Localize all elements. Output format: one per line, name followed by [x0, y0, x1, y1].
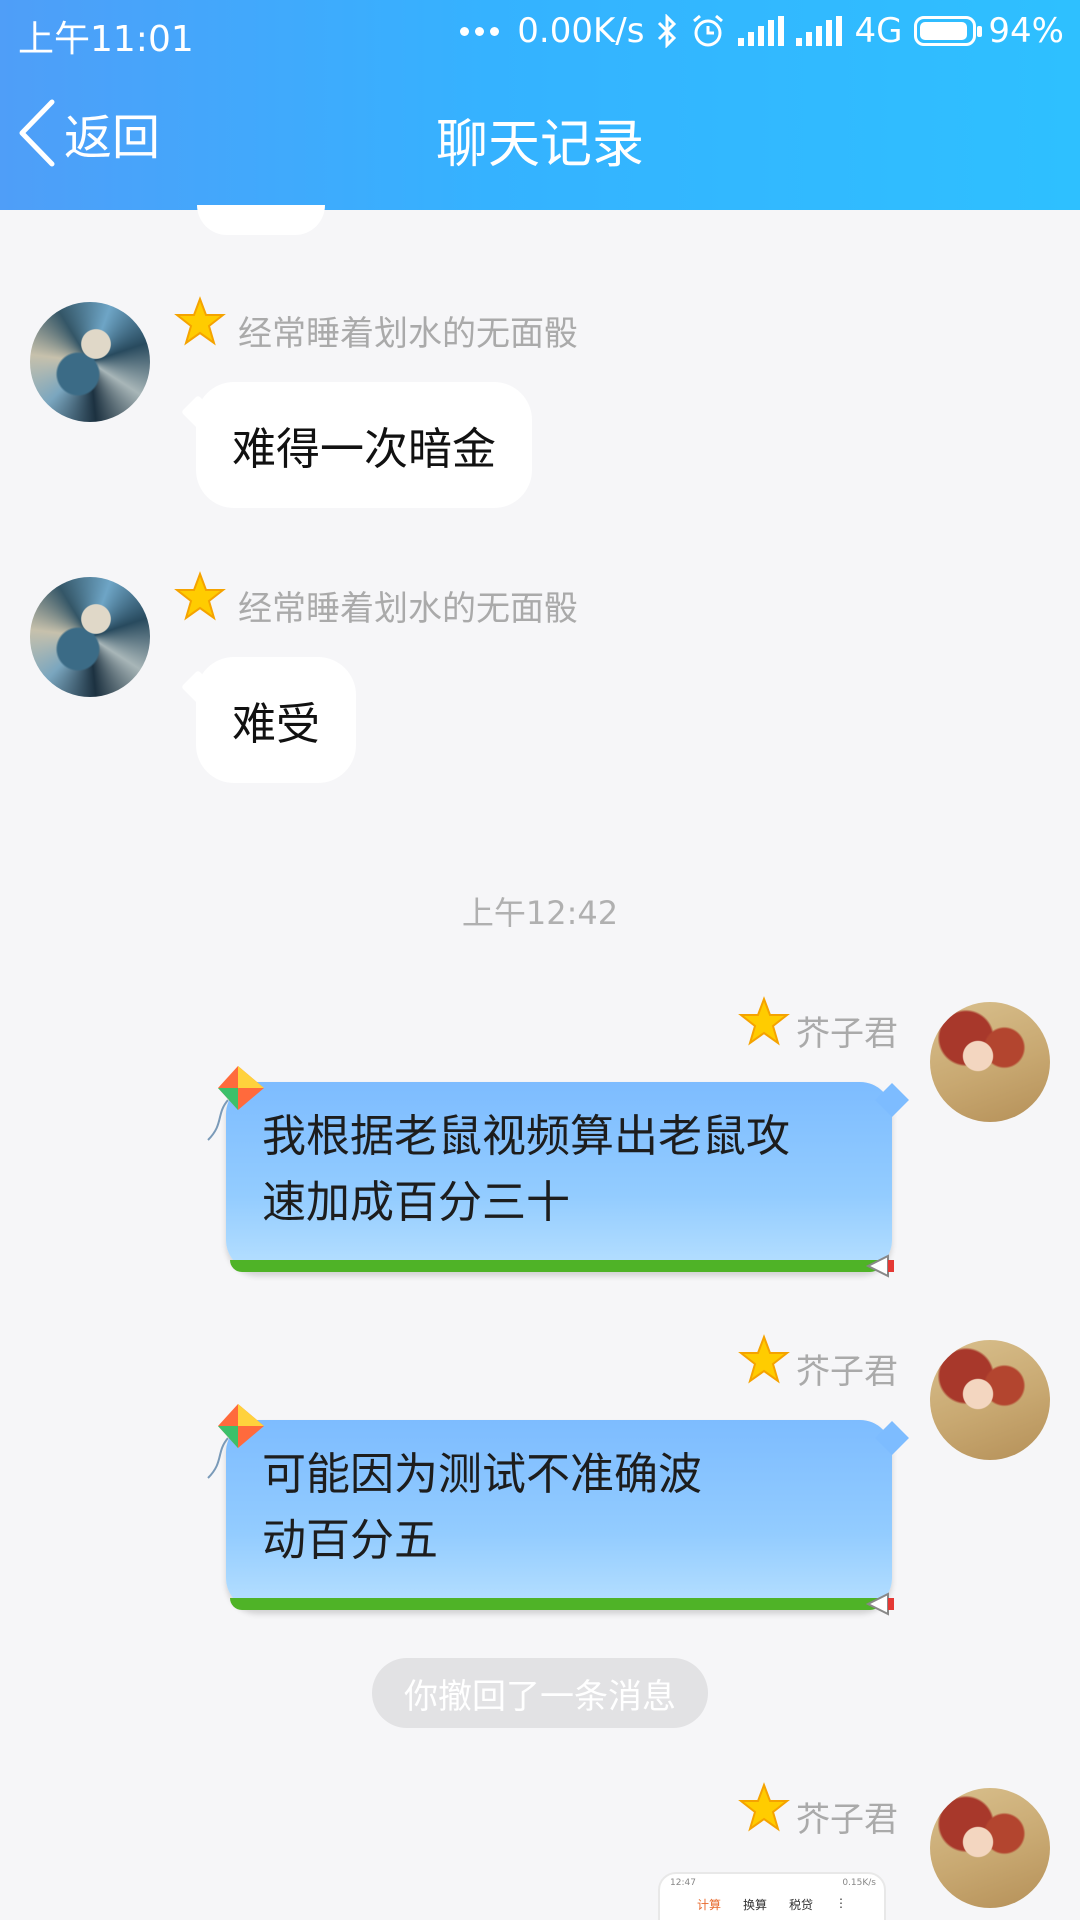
horn-icon: [865, 1592, 894, 1616]
battery-icon: [914, 16, 983, 46]
avatar[interactable]: [930, 1002, 1050, 1122]
message-line: 速加成百分三十: [262, 1177, 570, 1228]
nav-bar: 返回 聊天记录: [0, 62, 1080, 210]
status-icons: 0.00K/s 4G 94%: [460, 8, 1064, 54]
avatar[interactable]: [30, 302, 150, 422]
page-title: 聊天记录: [435, 115, 644, 175]
message-bubble[interactable]: 难得一次暗金: [196, 382, 532, 508]
recall-notice: 你撤回了一条消息: [372, 1658, 708, 1728]
horn-icon: [865, 1254, 894, 1278]
network-speed: 0.00K/s: [517, 11, 645, 51]
star-icon: [738, 1782, 790, 1832]
message-bubble[interactable]: 难受: [196, 657, 356, 783]
thumb-speed: 0.15K/s: [842, 1878, 876, 1888]
sender-name: 芥子君: [796, 1800, 898, 1840]
sender-name: 芥子君: [796, 1014, 898, 1054]
star-icon: [174, 296, 226, 346]
message-text: 难得一次暗金: [232, 424, 496, 475]
message-text: 可能因为测试不准确波 动百分五: [262, 1442, 856, 1574]
kite-icon: [207, 1404, 264, 1479]
thumb-tabs: 计算 换算 税贷 ⋮: [660, 1896, 884, 1913]
signal-icon: [738, 16, 785, 46]
message-text: 难受: [232, 699, 320, 750]
battery-percent: 94%: [988, 11, 1064, 51]
network-type: 4G: [854, 11, 903, 51]
grass-decoration: [230, 1598, 882, 1610]
thumb-status: 12:47 0.15K/s: [670, 1878, 876, 1888]
message-bubble[interactable]: 可能因为测试不准确波 动百分五: [207, 1404, 909, 1616]
message-line: 可能因为测试不准确波: [262, 1449, 702, 1500]
avatar[interactable]: [930, 1788, 1050, 1908]
signal-icon: [796, 16, 843, 46]
message-text: 我根据老鼠视频算出老鼠攻 速加成百分三十: [262, 1104, 856, 1236]
message-line: 我根据老鼠视频算出老鼠攻: [262, 1111, 790, 1162]
image-message[interactable]: 12:47 0.15K/s 计算 换算 税贷 ⋮: [658, 1872, 886, 1920]
status-time: 上午11:01: [18, 19, 194, 60]
bubble-tail: [875, 1421, 909, 1455]
star-icon: [738, 1334, 790, 1384]
sender-name: 经常睡着划水的无面骰: [238, 314, 578, 354]
app-header: 上午11:01 0.00K/s 4G 94% 返回 聊天记录: [0, 0, 1080, 210]
grass-decoration: [230, 1260, 882, 1272]
thumb-tab: 换算: [742, 1898, 767, 1912]
thumb-tab: 税贷: [789, 1898, 814, 1912]
bubble-tail: [875, 1083, 909, 1117]
star-icon: [738, 996, 790, 1046]
previous-message-fragment: [197, 205, 325, 235]
more-dots-icon: [460, 26, 500, 36]
sender-name: 经常睡着划水的无面骰: [238, 589, 578, 629]
alarm-icon: [693, 14, 724, 47]
star-icon: [174, 571, 226, 621]
more-vertical-icon: ⋮: [835, 1896, 848, 1910]
sender-name: 芥子君: [796, 1352, 898, 1392]
message-bubble[interactable]: 我根据老鼠视频算出老鼠攻 速加成百分三十: [207, 1066, 909, 1278]
bluetooth-icon: [658, 14, 677, 48]
kite-icon: [207, 1066, 264, 1141]
avatar[interactable]: [930, 1340, 1050, 1460]
thumb-tab: 计算: [696, 1898, 721, 1912]
time-divider: 上午12:42: [461, 894, 619, 932]
avatar[interactable]: [30, 577, 150, 697]
status-bar: 上午11:01 0.00K/s 4G 94%: [0, 0, 1080, 62]
thumb-time: 12:47: [670, 1878, 696, 1888]
message-line: 动百分五: [262, 1515, 438, 1566]
